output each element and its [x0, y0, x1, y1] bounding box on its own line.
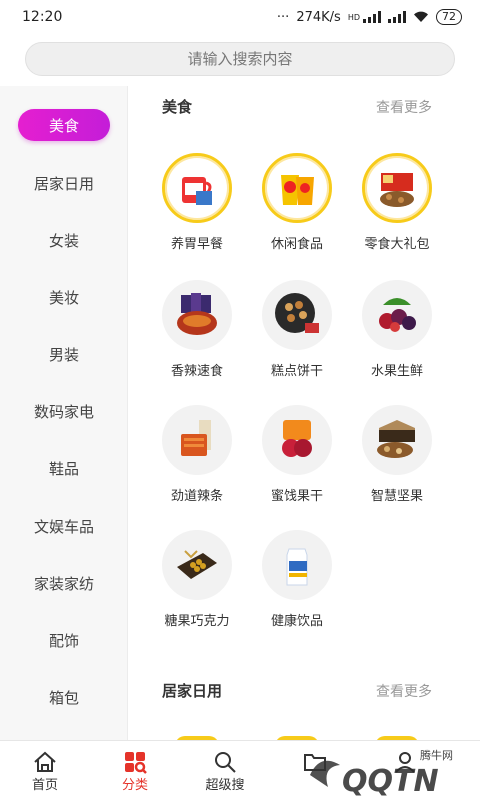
view-more-link[interactable]: 查看更多 [376, 681, 432, 701]
nav-label: 首页 [31, 778, 58, 793]
section-title: 美食 [162, 98, 193, 116]
status-bar: 12:20 ··· 274K/s HD 72 [0, 0, 480, 34]
watermark-logo-text: QQTN [342, 764, 439, 799]
category-snack-gift[interactable]: 零食大礼包 [347, 153, 447, 252]
signal-icon [363, 11, 381, 23]
category-fruit[interactable]: 水果生鲜 [347, 280, 447, 379]
chips-bag-icon [262, 153, 332, 223]
category-label: 休闲食品 [270, 237, 323, 252]
sidebar-item-label: 箱包 [48, 688, 79, 707]
wifi-icon [414, 11, 428, 22]
watermark-logo: QQTN 腾牛网 [302, 745, 472, 800]
snack-gift-box-icon [362, 153, 432, 223]
category-label: 零食大礼包 [364, 237, 430, 252]
sidebar-item-label: 美妆 [48, 288, 79, 307]
search-icon [213, 750, 237, 774]
home-icon [33, 750, 57, 774]
category-icon [123, 750, 147, 774]
sidebar-item-mens[interactable]: 男装 [0, 334, 128, 374]
nav-label: 超级搜 [205, 778, 245, 793]
sidebar-item-label: 家装家纺 [33, 574, 94, 593]
category-snacks[interactable]: 休闲食品 [247, 153, 347, 252]
sidebar-item-food[interactable]: 美食 [0, 105, 128, 145]
chocolate-box-icon [162, 530, 232, 600]
sidebar-item-bags[interactable]: 箱包 [0, 677, 128, 717]
status-icons: ··· 274K/s HD 72 [277, 9, 462, 25]
sidebar-item-shoes[interactable]: 鞋品 [0, 448, 128, 488]
category-dried-fruit[interactable]: 蜜饯果干 [247, 405, 347, 504]
sidebar-item-label: 居家日用 [33, 174, 94, 193]
category-label: 香辣速食 [170, 364, 223, 379]
category-sidebar: 美食 居家日用 女装 美妆 男装 数码家电 鞋品 文娱车品 家装家纺 配饰 箱包 [0, 86, 128, 740]
sidebar-item-label: 鞋品 [48, 459, 79, 478]
category-label: 水果生鲜 [370, 364, 423, 379]
nav-super-search[interactable]: 超级搜 [180, 741, 270, 800]
sidebar-item-digital[interactable]: 数码家电 [0, 391, 128, 431]
section-title: 居家日用 [162, 682, 223, 700]
view-more-link[interactable]: 查看更多 [376, 97, 432, 117]
more-dots-icon: ··· [276, 9, 290, 25]
category-nuts[interactable]: 智慧坚果 [347, 405, 447, 504]
sidebar-item-home-textile[interactable]: 家装家纺 [0, 563, 128, 603]
category-pastry[interactable]: 糕点饼干 [247, 280, 347, 379]
category-label: 糖果巧克力 [164, 614, 230, 629]
signal-icon-2 [388, 11, 406, 23]
category-label: 健康饮品 [270, 614, 323, 629]
category-content: 美食 查看更多 养胃早餐 休闲食品 零食大礼包 香辣速食 糕点饼干 水果生鲜 劲… [129, 86, 480, 740]
dried-fruit-icon [262, 405, 332, 475]
breakfast-mug-icon [162, 153, 232, 223]
category-label: 糕点饼干 [270, 364, 323, 379]
sidebar-item-beauty[interactable]: 美妆 [0, 277, 128, 317]
sidebar-item-womens[interactable]: 女装 [0, 220, 128, 260]
search-bar[interactable] [25, 42, 455, 76]
category-spicy-strip[interactable]: 劲道辣条 [147, 405, 247, 504]
spicy-instant-food-icon [162, 280, 232, 350]
category-breakfast[interactable]: 养胃早餐 [147, 153, 247, 252]
status-time: 12:20 [22, 9, 63, 25]
sidebar-item-label: 男装 [48, 345, 79, 364]
network-type: HD [347, 12, 360, 22]
nav-label: 分类 [121, 778, 148, 793]
category-candy[interactable]: 糖果巧克力 [147, 530, 247, 629]
sidebar-item-label: 美食 [18, 109, 110, 141]
category-label: 劲道辣条 [170, 489, 223, 504]
category-label: 智慧坚果 [370, 489, 423, 504]
network-speed: 274K/s [296, 9, 341, 25]
sidebar-item-entertainment-car[interactable]: 文娱车品 [0, 506, 128, 546]
search-input[interactable] [25, 42, 455, 76]
drink-carton-icon [262, 530, 332, 600]
category-drinks[interactable]: 健康饮品 [247, 530, 347, 629]
fresh-fruit-icon [362, 280, 432, 350]
sidebar-item-label: 文娱车品 [33, 517, 94, 536]
sidebar-item-label: 数码家电 [33, 402, 94, 421]
battery-indicator: 72 [436, 9, 462, 25]
cookie-box-icon [262, 280, 332, 350]
sidebar-item-label: 配饰 [48, 631, 79, 650]
category-label: 养胃早餐 [170, 237, 223, 252]
category-label: 蜜饯果干 [270, 489, 323, 504]
sidebar-item-label: 女装 [48, 231, 79, 250]
category-spicy-instant[interactable]: 香辣速食 [147, 280, 247, 379]
watermark-brand: 腾牛网 [420, 748, 453, 762]
section-header-household: 居家日用 查看更多 [162, 680, 432, 701]
nut-box-icon [362, 405, 432, 475]
section-header-food: 美食 查看更多 [162, 96, 432, 117]
sidebar-item-accessories[interactable]: 配饰 [0, 620, 128, 660]
nav-home[interactable]: 首页 [0, 741, 90, 800]
sidebar-item-household[interactable]: 居家日用 [0, 163, 128, 203]
spicy-strip-icon [162, 405, 232, 475]
nav-category[interactable]: 分类 [90, 741, 180, 800]
